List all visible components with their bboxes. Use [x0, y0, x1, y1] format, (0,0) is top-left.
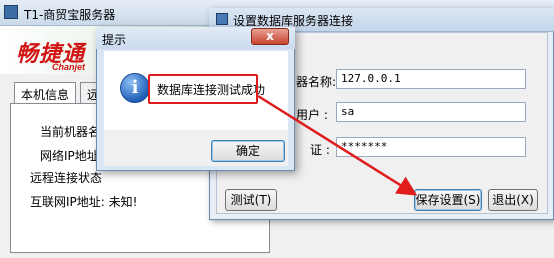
annotation-arrow [257, 94, 418, 196]
arrow-line [257, 94, 418, 196]
